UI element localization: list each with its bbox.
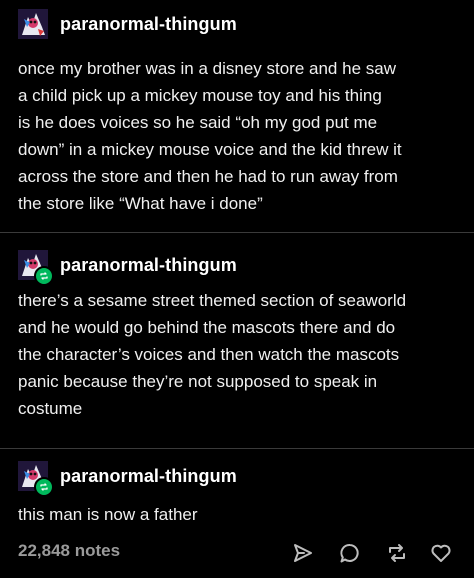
reblog-icon (389, 544, 405, 562)
like-button[interactable] (428, 540, 454, 566)
divider (0, 232, 474, 233)
post-header: paranormal-thingum (18, 461, 237, 497)
reblog-button[interactable] (384, 540, 410, 566)
share-button[interactable] (290, 540, 316, 566)
post-header: paranormal-thingum (18, 250, 237, 286)
avatar[interactable] (18, 461, 54, 497)
username[interactable]: paranormal-thingum (60, 14, 237, 35)
username[interactable]: paranormal-thingum (60, 255, 237, 276)
avatar[interactable] (18, 9, 48, 39)
post-reblog: paranormal-thingum there’s a sesame stre… (0, 238, 474, 446)
avatar-icon (18, 9, 48, 39)
avatar[interactable] (18, 250, 54, 286)
post-header: paranormal-thingum (18, 9, 237, 39)
reblog-badge-icon (34, 266, 54, 286)
post-footer: 22,848 notes (0, 536, 474, 570)
username[interactable]: paranormal-thingum (60, 466, 237, 487)
reblog-badge-icon (34, 477, 54, 497)
post-body: there’s a sesame street themed section o… (18, 291, 407, 418)
reply-button[interactable] (337, 540, 363, 566)
post-body: this man is now a father (18, 505, 198, 524)
post-body: once my brother was in a disney store an… (18, 59, 402, 213)
like-icon (431, 544, 451, 562)
reply-icon (340, 544, 359, 563)
notes-count[interactable]: 22,848 notes (18, 541, 120, 561)
post-original: paranormal-thingum once my brother was i… (0, 0, 474, 228)
divider (0, 448, 474, 449)
share-icon (294, 544, 312, 562)
